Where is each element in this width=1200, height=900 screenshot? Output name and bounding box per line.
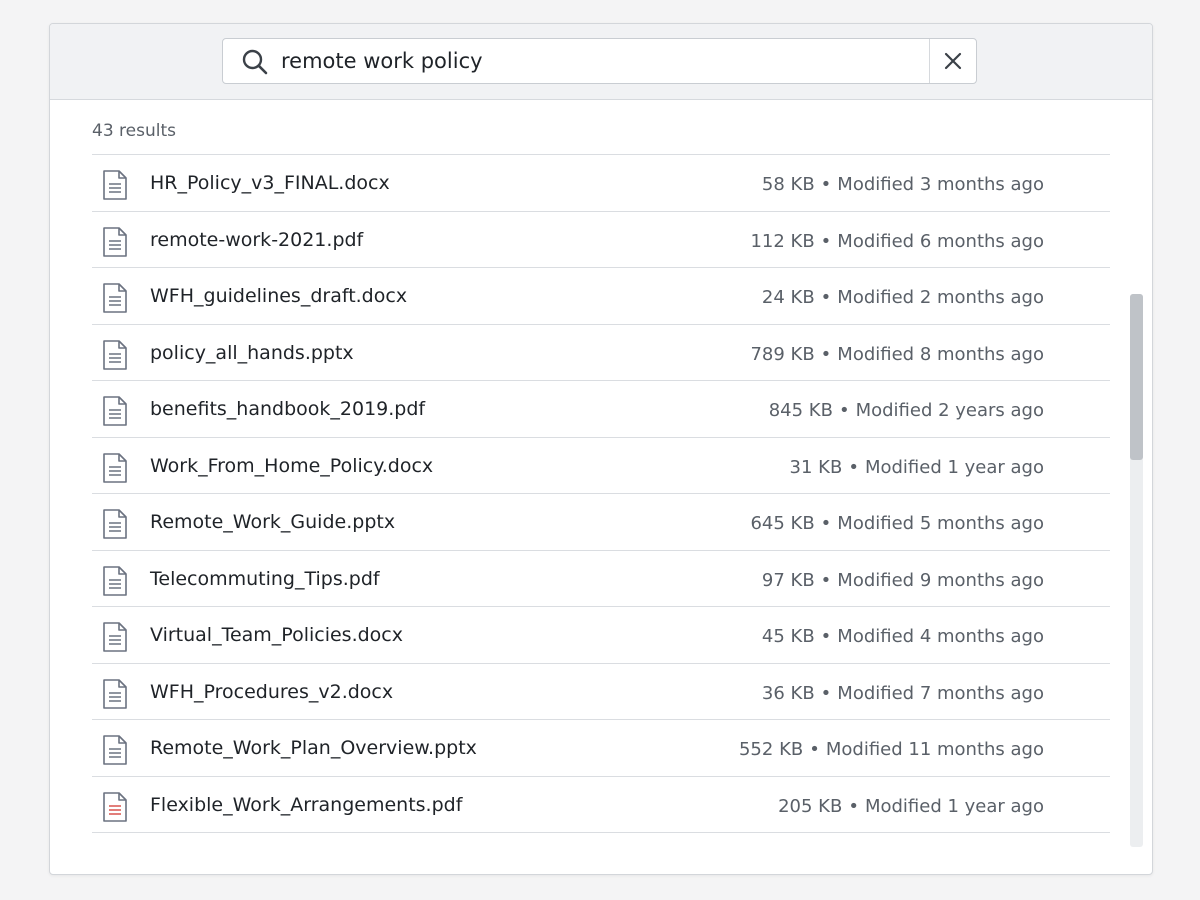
file-name: remote-work-2021.pdf [150,228,364,251]
meta-separator: • [838,400,850,421]
file-size: 552 KB [738,739,804,760]
results-count: 43 results [92,121,176,141]
file-size: 205 KB [778,795,843,817]
result-row-7[interactable]: Remote_Work_Guide.pptx 645 KB • Modified 5… [92,494,1110,551]
file-modified: Modified 8 months ago [837,343,1044,365]
document-icon [103,170,127,200]
file-size: 645 KB [750,513,815,534]
result-row-4[interactable]: policy_all_hands.pptx 789 KB • Modified 8 … [92,325,1110,381]
file-meta: 112 KB • Modified 6 months ago [738,231,1044,252]
file-modified: Modified 1 year ago [864,456,1044,478]
pdf-document-icon [103,791,127,822]
scrollbar-thumb[interactable] [1130,294,1143,460]
result-row-8[interactable]: Telecommuting_Tips.pdf 97 KB • Modified 9 … [92,551,1110,607]
file-meta: 845 KB • Modified 2 years ago [738,400,1044,421]
meta-separator: • [820,513,832,534]
meta-separator: • [820,626,832,647]
document-icon [103,452,127,483]
search-results-panel: 43 results HR_Policy_v3_FINAL.docx 58 KB… [49,23,1153,875]
file-modified: Modified 2 months ago [837,287,1044,308]
file-name: benefits_handbook_2019.pdf [150,398,426,420]
meta-separator: • [820,343,832,365]
meta-separator: • [820,569,832,591]
file-name: WFH_guidelines_draft.docx [150,285,408,307]
file-size: 845 KB [768,400,833,421]
file-name: Remote_Work_Plan_Overview.pptx [150,737,477,759]
file-meta: 789 KB • Modified 8 months ago [738,344,1044,365]
meta-separator: • [820,287,832,308]
file-meta: 552 KB • Modified 11 months ago [738,739,1044,760]
file-meta: 45 KB • Modified 4 months ago [738,626,1044,647]
file-size: 36 KB [761,682,815,704]
file-name: Remote_Work_Guide.pptx [150,511,396,533]
file-size: 789 KB [750,343,815,365]
file-meta: 205 KB • Modified 1 year ago [738,796,1044,817]
file-meta: 36 KB • Modified 7 months ago [738,683,1044,704]
result-row-11[interactable]: Remote_Work_Plan_Overview.pptx 552 KB • Mo… [92,720,1110,777]
meta-separator: • [809,739,820,760]
document-icon [103,339,127,370]
document-icon [103,622,127,652]
meta-separator: • [848,456,859,478]
file-modified: Modified 6 months ago [837,230,1044,252]
result-row-3[interactable]: WFH_guidelines_draft.docx 24 KB • Modified… [92,268,1110,325]
file-name: HR_Policy_v3_FINAL.docx [150,172,390,194]
file-modified: Modified 3 months ago [837,174,1044,195]
document-icon [103,678,127,709]
file-name: Virtual_Team_Policies.docx [150,624,403,646]
file-size: 31 KB [789,456,843,478]
result-row-12[interactable]: Flexible_Work_Arrangements.pdf 205 KB • Mo… [92,777,1110,833]
file-name: policy_all_hands.pptx [150,341,354,364]
results-list: HR_Policy_v3_FINAL.docx 58 KB • Modified 3… [92,154,1110,833]
file-modified: Modified 2 years ago [855,400,1044,421]
document-icon [103,226,127,257]
file-modified: Modified 4 months ago [837,626,1044,647]
file-size: 112 KB [750,230,815,252]
document-icon [103,396,127,426]
file-name: Telecommuting_Tips.pdf [150,567,380,590]
file-meta: 645 KB • Modified 5 months ago [738,513,1044,534]
file-size: 24 KB [761,287,815,308]
file-modified: Modified 7 months ago [837,682,1044,704]
result-row-5[interactable]: benefits_handbook_2019.pdf 845 KB • Modifi… [92,381,1110,438]
search-box[interactable] [222,38,977,84]
search-icon [242,49,268,75]
file-name: Flexible_Work_Arrangements.pdf [150,793,463,816]
meta-separator: • [820,174,832,195]
meta-separator: • [820,682,832,704]
result-row-10[interactable]: WFH_Procedures_v2.docx 36 KB • Modified 7 … [92,664,1110,720]
file-modified: Modified 11 months ago [825,739,1044,760]
file-meta: 97 KB • Modified 9 months ago [738,570,1044,591]
file-meta: 24 KB • Modified 2 months ago [738,287,1044,308]
document-icon [103,283,127,313]
file-size: 97 KB [761,569,815,591]
file-modified: Modified 1 year ago [864,795,1044,817]
result-row-9[interactable]: Virtual_Team_Policies.docx 45 KB • Modifie… [92,607,1110,664]
document-icon [103,735,127,765]
file-size: 58 KB [761,174,815,195]
file-modified: Modified 9 months ago [837,569,1044,591]
meta-separator: • [820,230,832,252]
scrollbar-track[interactable] [1130,294,1143,847]
file-name: WFH_Procedures_v2.docx [150,680,394,703]
file-name: Work_From_Home_Policy.docx [150,454,434,477]
file-meta: 58 KB • Modified 3 months ago [738,174,1044,195]
document-icon [103,565,127,596]
file-modified: Modified 5 months ago [837,513,1044,534]
close-icon [944,52,962,70]
result-row-1[interactable]: HR_Policy_v3_FINAL.docx 58 KB • Modified 3… [92,155,1110,212]
search-header [50,24,1152,100]
document-icon [103,509,127,539]
search-input[interactable] [281,39,921,83]
result-row-6[interactable]: Work_From_Home_Policy.docx 31 KB • Modifie… [92,438,1110,494]
meta-separator: • [848,795,859,817]
clear-search-button[interactable] [929,39,976,83]
result-row-2[interactable]: remote-work-2021.pdf 112 KB • Modified 6 m… [92,212,1110,268]
file-size: 45 KB [761,626,815,647]
file-meta: 31 KB • Modified 1 year ago [738,457,1044,478]
